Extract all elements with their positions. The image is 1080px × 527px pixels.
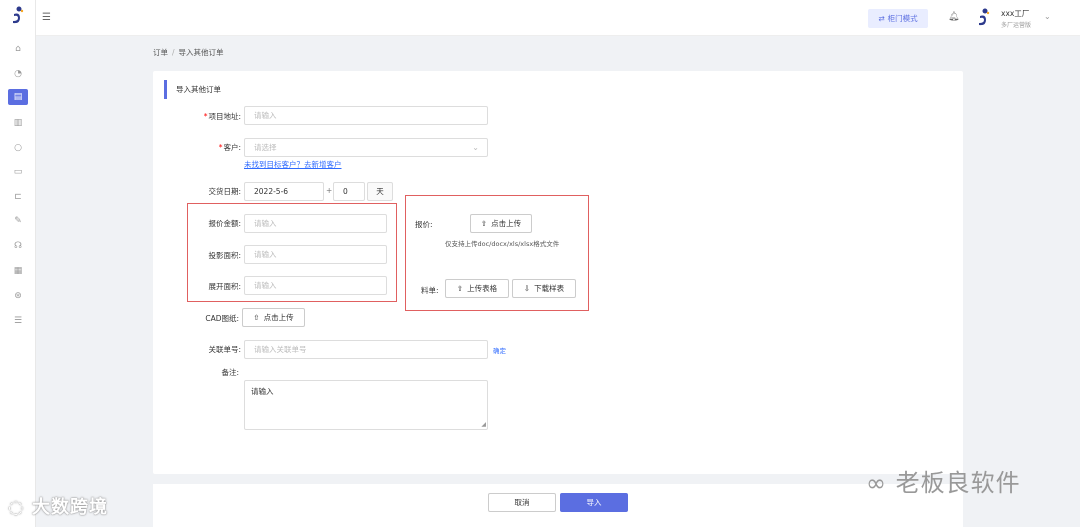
upload-table-button[interactable]: ⇧ 上传表格: [445, 279, 509, 298]
expanded-area-label: 展开面积:: [208, 282, 241, 291]
cad-upload-button[interactable]: ⇧ 点击上传: [242, 308, 305, 327]
projected-area-input[interactable]: 请输入: [244, 245, 387, 264]
upload-icon: ⇧: [480, 219, 488, 228]
settings-icon[interactable]: ⊛: [8, 288, 28, 304]
avatar[interactable]: [976, 8, 992, 28]
upload-icon: ⇧: [253, 313, 260, 322]
add-customer-link[interactable]: 未找到目标客户？去新增客户: [244, 159, 342, 170]
breadcrumb-root[interactable]: 订单: [153, 48, 168, 57]
project-address-input[interactable]: 请输入: [244, 106, 488, 125]
related-order-input[interactable]: 请输入关联单号: [244, 340, 488, 359]
sidebar: ⌂ ◔ ▤ ▥ ○ ▭ ⊏ ✎ ☊ ▦ ⊛ ☰: [0, 0, 36, 527]
import-order-form: 导入其他订单 *项目地址: 请输入 *客户: 请选择 ⌄ 未找到目标客户？去新增…: [153, 71, 963, 474]
materials-label: 料单:: [421, 286, 439, 295]
user-role: 多厂运营版: [1001, 22, 1032, 29]
customer-label: *客户:: [218, 143, 241, 152]
confirm-link[interactable]: 确定: [493, 345, 506, 355]
bell-icon[interactable]: 🔔︎: [948, 12, 959, 22]
quote-upload-label: 报价:: [415, 220, 433, 229]
user-name[interactable]: xxx工厂: [1001, 8, 1029, 19]
grid-icon[interactable]: ▦: [8, 263, 28, 279]
form-footer: 取消 导入: [153, 484, 963, 527]
upload-format-note: 仅支持上传doc/docx/xls/xlsx格式文件: [445, 240, 560, 248]
mode-switch-button[interactable]: ⇄ 柜门模式: [868, 9, 928, 28]
delivery-days-input[interactable]: 0: [333, 182, 365, 201]
customer-select[interactable]: 请选择 ⌄: [244, 138, 488, 157]
related-order-label: 关联单号:: [208, 345, 241, 354]
cancel-button[interactable]: 取消: [488, 493, 556, 512]
circle-icon[interactable]: ○: [8, 140, 28, 156]
tool-icon[interactable]: ✎: [8, 213, 28, 229]
factory-icon[interactable]: ▥: [8, 115, 28, 131]
mode-switch-label: 柜门模式: [887, 14, 918, 23]
cad-label: CAD图纸:: [205, 314, 239, 323]
quote-amount-label: 报价金额:: [208, 219, 241, 228]
plus-sign: +: [326, 186, 333, 195]
resize-handle-icon[interactable]: ◢: [481, 421, 486, 428]
days-unit: 天: [367, 182, 393, 201]
quote-upload-button[interactable]: ⇧ 点击上传: [470, 214, 532, 233]
projected-area-label: 投影面积:: [208, 251, 241, 260]
remark-textarea[interactable]: 请输入 ◢: [244, 380, 488, 430]
filter-icon[interactable]: ☰: [8, 313, 28, 329]
remark-label: 备注:: [221, 368, 239, 377]
breadcrumb-current: 导入其他订单: [178, 48, 224, 57]
project-address-label: *项目地址:: [203, 112, 241, 121]
logo-icon: [13, 6, 24, 24]
download-template-button[interactable]: ⇩ 下载样表: [512, 279, 576, 298]
page-title: 导入其他订单: [164, 80, 221, 99]
truck-icon[interactable]: ⊏: [8, 189, 28, 205]
order-icon[interactable]: ▤: [8, 89, 28, 105]
delivery-date-input[interactable]: 2022-5-6: [244, 182, 324, 201]
chevron-down-icon: ⌄: [472, 143, 479, 152]
tag-icon[interactable]: ⌂: [8, 41, 28, 57]
delivery-date-label: 交货日期:: [208, 187, 241, 196]
expanded-area-input[interactable]: 请输入: [244, 276, 387, 295]
dashboard-icon[interactable]: ◔: [8, 66, 28, 82]
chevron-down-icon[interactable]: ⌄: [1044, 12, 1051, 21]
download-icon: ⇩: [523, 284, 531, 293]
headset-icon[interactable]: ☊: [8, 238, 28, 254]
breadcrumb: 订单 / 导入其他订单: [153, 48, 224, 57]
watermark-right: ∞ 老板良软件: [866, 469, 1021, 497]
box-icon[interactable]: ▭: [8, 164, 28, 180]
watermark-left: ◌ 大数跨境: [8, 497, 108, 518]
top-header: ☰ ⇄ 柜门模式 🔔︎ xxx工厂 多厂运营版 ⌄: [36, 0, 1080, 36]
import-button[interactable]: 导入: [560, 493, 628, 512]
quote-amount-input[interactable]: 请输入: [244, 214, 387, 233]
menu-toggle-icon[interactable]: ☰: [42, 12, 54, 24]
upload-icon: ⇧: [456, 284, 464, 293]
swap-icon: ⇄: [878, 14, 885, 23]
